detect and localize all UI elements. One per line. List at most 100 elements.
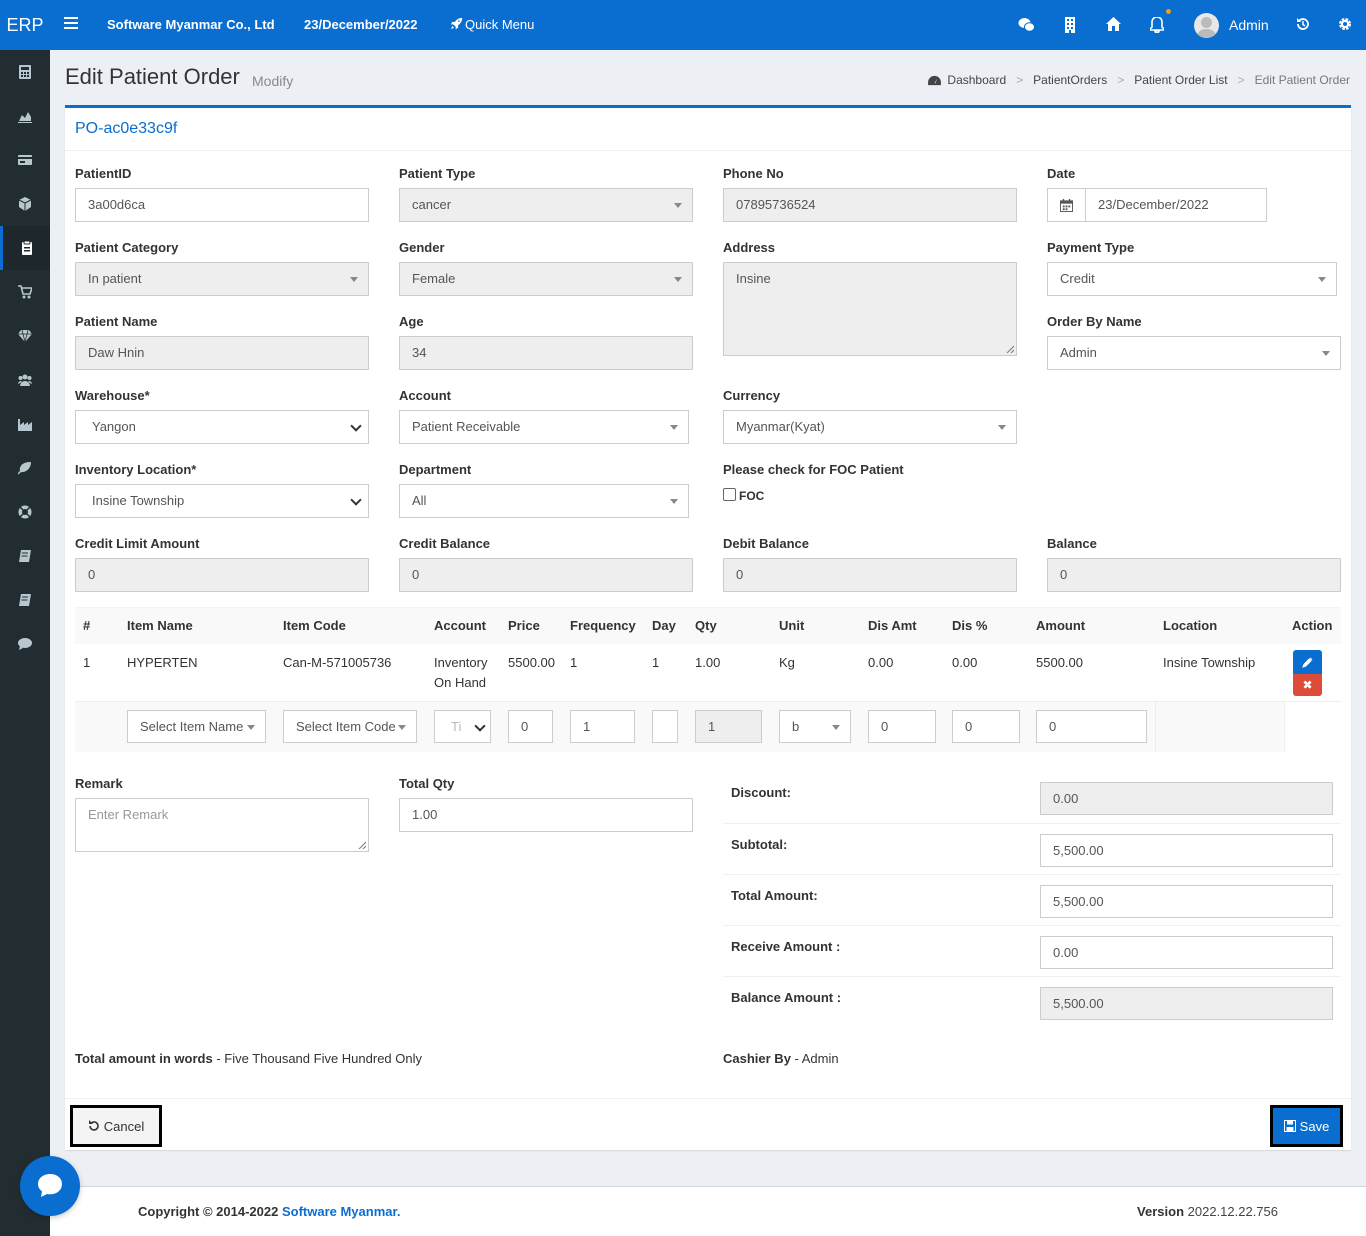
dis-pct-input[interactable]: 0 <box>952 710 1020 743</box>
phone-input[interactable]: 07895736524 <box>723 188 1017 222</box>
patient-type-value: cancer <box>412 197 452 212</box>
resize-handle-icon[interactable] <box>1006 345 1014 353</box>
page-subtitle: Modify <box>252 73 294 89</box>
user-name[interactable]: Admin <box>1229 0 1269 50</box>
menu-toggle-icon[interactable] <box>64 17 78 31</box>
home-icon[interactable] <box>1106 17 1122 33</box>
date-input[interactable]: 23/December/2022 <box>1085 188 1267 222</box>
book-icon[interactable] <box>0 578 50 622</box>
total-amount-input[interactable]: 5,500.00 <box>1040 885 1333 918</box>
patient-type-label: Patient Type <box>399 166 476 181</box>
patient-type-select[interactable]: cancer <box>399 188 693 222</box>
credit-card-icon[interactable] <box>0 138 50 182</box>
industry-icon[interactable] <box>0 402 50 446</box>
warehouse-select[interactable]: Yangon <box>75 410 369 444</box>
resize-handle-icon[interactable] <box>358 841 366 849</box>
breadcrumb-dashboard[interactable]: Dashboard <box>947 73 1006 87</box>
payment-type-select[interactable]: Credit <box>1047 262 1337 296</box>
history-icon[interactable] <box>1296 17 1312 33</box>
patient-category-select[interactable]: In patient <box>75 262 369 296</box>
credit-balance-input[interactable]: 0 <box>399 558 693 592</box>
price-input[interactable]: 0 <box>508 710 553 743</box>
cube-icon[interactable] <box>0 182 50 226</box>
age-input[interactable]: 34 <box>399 336 693 370</box>
item-name-select[interactable]: Select Item Name <box>127 710 266 743</box>
wechat-icon[interactable] <box>1018 17 1035 33</box>
chat-widget-button[interactable] <box>20 1156 80 1216</box>
item-code-select[interactable]: Select Item Code <box>283 710 417 743</box>
inventory-location-select[interactable]: Insine Township <box>75 484 369 518</box>
department-value: All <box>412 493 427 508</box>
bell-icon[interactable] <box>1149 16 1166 34</box>
book-icon[interactable] <box>0 534 50 578</box>
dis-amt-input[interactable]: 0 <box>868 710 936 743</box>
col-item-name: Item Name <box>127 618 193 633</box>
credit-limit-input[interactable]: 0 <box>75 558 369 592</box>
receive-amount-row: Receive Amount : 0.00 <box>723 925 1341 976</box>
gender-select[interactable]: Female <box>399 262 693 296</box>
patient-name-input[interactable]: Daw Hnin <box>75 336 369 370</box>
order-by-select[interactable]: Admin <box>1047 336 1341 370</box>
company-name[interactable]: Software Myanmar Co., Ltd <box>107 0 275 50</box>
notification-dot <box>1166 9 1171 14</box>
row-account-line1: Inventory <box>434 655 488 670</box>
discount-input[interactable]: 0.00 <box>1040 782 1333 815</box>
address-textarea[interactable]: Insine <box>723 262 1017 356</box>
foc-label: Please check for FOC Patient <box>723 462 904 477</box>
department-label: Department <box>399 462 472 477</box>
leaf-icon[interactable] <box>0 446 50 490</box>
building-icon[interactable] <box>1064 17 1080 33</box>
patient-id-input[interactable]: 3a00d6ca <box>75 188 369 222</box>
frequency-input[interactable]: 1 <box>570 710 635 743</box>
edit-row-button[interactable] <box>1293 650 1322 674</box>
debit-balance-input[interactable]: 0 <box>723 558 1017 592</box>
balance-input[interactable]: 0 <box>1047 558 1341 592</box>
col-frequency: Frequency <box>570 618 636 633</box>
users-icon[interactable] <box>0 358 50 402</box>
row-day: 1 <box>652 655 660 670</box>
breadcrumb-patient-orders[interactable]: PatientOrders <box>1033 73 1107 87</box>
receive-amount-input[interactable]: 0.00 <box>1040 936 1333 969</box>
day-input[interactable] <box>652 710 678 743</box>
amount-input[interactable]: 0 <box>1036 710 1147 743</box>
clipboard-icon[interactable] <box>0 226 50 270</box>
save-button[interactable]: Save <box>1270 1105 1343 1147</box>
balance-amount-input[interactable]: 5,500.00 <box>1040 987 1333 1020</box>
unit-select[interactable]: b <box>779 710 851 743</box>
floppy-icon <box>1283 1120 1296 1132</box>
currency-select[interactable]: Myanmar(Kyat) <box>723 410 1017 444</box>
debit-balance-label: Debit Balance <box>723 536 809 551</box>
company-link[interactable]: Software Myanmar. <box>282 1204 401 1219</box>
foc-checkbox[interactable] <box>723 488 736 501</box>
quick-menu-button[interactable]: Quick Menu <box>450 0 534 50</box>
subtotal-input[interactable]: 5,500.00 <box>1040 834 1333 867</box>
balance-label: Balance <box>1047 536 1097 551</box>
diamond-icon[interactable] <box>0 314 50 358</box>
rocket-icon <box>450 17 463 30</box>
row-account-select[interactable]: Ti <box>434 710 491 743</box>
breadcrumb-patient-order-list[interactable]: Patient Order List <box>1134 73 1227 87</box>
account-select[interactable]: Patient Receivable <box>399 410 689 444</box>
comment-icon[interactable] <box>0 622 50 666</box>
row-unit: Kg <box>779 655 795 670</box>
cart-icon[interactable] <box>0 270 50 314</box>
area-chart-icon[interactable] <box>0 94 50 138</box>
life-ring-icon[interactable] <box>0 490 50 534</box>
delete-row-button[interactable]: ✖ <box>1293 674 1322 696</box>
address-value: Insine <box>736 271 771 286</box>
remark-textarea[interactable]: Enter Remark <box>75 798 369 852</box>
chat-icon <box>38 1174 62 1197</box>
user-avatar[interactable] <box>1194 13 1219 38</box>
qty-input[interactable]: 1 <box>695 710 762 743</box>
total-amount-row: Total Amount: 5,500.00 <box>723 874 1341 925</box>
col-item-code: Item Code <box>283 618 346 633</box>
cancel-button[interactable]: Cancel <box>70 1105 162 1147</box>
row-account-line2: On Hand <box>434 675 487 690</box>
gear-icon[interactable] <box>1338 17 1354 33</box>
inventory-location-label: Inventory Location* <box>75 462 197 477</box>
calculator-icon[interactable] <box>0 50 50 94</box>
total-qty-input[interactable]: 1.00 <box>399 798 693 832</box>
app-logo[interactable]: ERP <box>0 0 50 50</box>
department-select[interactable]: All <box>399 484 689 518</box>
calendar-icon[interactable] <box>1047 188 1086 222</box>
